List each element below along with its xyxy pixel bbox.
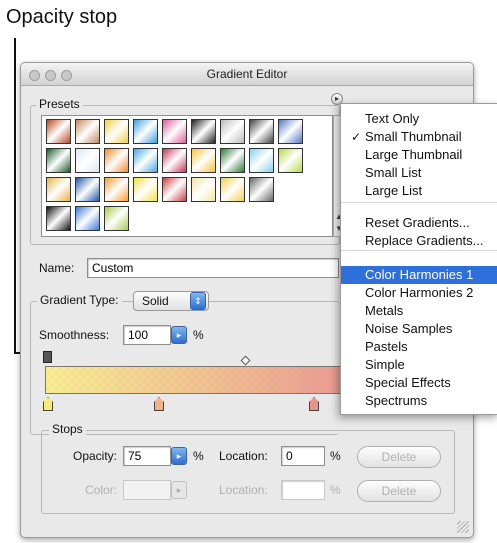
gradient-type-label: Gradient Type: [37, 293, 122, 307]
smoothness-unit: % [193, 328, 204, 342]
close-window-button[interactable] [29, 70, 40, 81]
stops-legend: Stops [49, 422, 86, 436]
gradient-type-select[interactable]: Solid ⇕ [133, 291, 209, 311]
minimize-window-button[interactable] [45, 70, 56, 81]
menu-separator [341, 202, 497, 203]
preset-swatch[interactable] [278, 119, 303, 144]
gradient-type-value: Solid [142, 294, 169, 308]
color-well[interactable] [123, 480, 171, 500]
location-label: Location: [219, 449, 268, 463]
preset-swatch[interactable] [75, 148, 100, 173]
select-arrows-icon: ⇕ [190, 292, 206, 310]
preset-swatch[interactable] [46, 177, 71, 202]
preset-swatch[interactable] [278, 148, 303, 173]
menu-item-pastels[interactable]: Pastels [341, 338, 497, 356]
location-field[interactable]: 0 [281, 446, 325, 466]
opacity-label: Opacity: [73, 449, 118, 463]
name-label: Name: [39, 261, 75, 275]
preset-swatch[interactable] [249, 177, 274, 202]
preset-swatch[interactable] [220, 119, 245, 144]
preset-swatch[interactable] [191, 119, 216, 144]
title-bar: Gradient Editor [21, 63, 473, 86]
preset-swatch[interactable] [162, 148, 187, 173]
preset-swatch[interactable] [46, 148, 71, 173]
opacity-unit: % [193, 449, 204, 463]
menu-item-metals[interactable]: Metals [341, 302, 497, 320]
opacity-stop-callout: Opacity stop [6, 6, 118, 28]
menu-item-color-harmonies-2[interactable]: Color Harmonies 2 [341, 284, 497, 302]
opacity-delete-button[interactable]: Delete [357, 446, 441, 468]
preset-swatch[interactable] [133, 119, 158, 144]
opacity-stop-selected[interactable] [43, 351, 52, 363]
resize-grip-icon[interactable] [457, 521, 469, 533]
color-location-field[interactable] [281, 480, 325, 500]
preset-swatch[interactable] [249, 119, 274, 144]
preset-swatch[interactable] [133, 177, 158, 202]
color-delete-button[interactable]: Delete [357, 480, 441, 502]
zoom-window-button[interactable] [61, 70, 72, 81]
preset-swatch[interactable] [249, 148, 274, 173]
smoothness-field[interactable]: 100 [123, 325, 171, 345]
menu-separator [341, 250, 497, 251]
preset-swatch[interactable] [191, 148, 216, 173]
preset-swatch[interactable] [162, 119, 187, 144]
presets-flyout-menu: Text Only Small Thumbnail ✓ Large Thumbnail… [340, 103, 497, 415]
presets-swatch-grid [41, 115, 333, 237]
preset-swatch[interactable] [133, 148, 158, 173]
menu-item-large-list[interactable]: Large List [341, 182, 497, 200]
name-field[interactable]: Custom [87, 258, 339, 278]
preset-swatch[interactable] [46, 119, 71, 144]
preset-swatch[interactable] [104, 206, 129, 231]
preset-swatch[interactable] [220, 177, 245, 202]
opacity-arrow-icon[interactable]: ▸ [171, 447, 187, 465]
gradient-bar[interactable] [45, 366, 345, 394]
menu-item-small-thumbnail[interactable]: Small Thumbnail [341, 128, 497, 146]
menu-item-special-effects[interactable]: Special Effects [341, 374, 497, 392]
menu-item-spectrums[interactable]: Spectrums [341, 392, 497, 410]
menu-item-replace-gradients[interactable]: Replace Gradients... [341, 232, 497, 250]
menu-item-reset-gradients[interactable]: Reset Gradients... [341, 214, 497, 232]
preset-swatch[interactable] [162, 177, 187, 202]
window-controls [29, 68, 77, 86]
smoothness-label: Smoothness: [39, 328, 110, 342]
preset-swatch[interactable] [75, 206, 100, 231]
smoothness-arrow-icon[interactable]: ▸ [171, 326, 187, 344]
preset-swatch[interactable] [104, 148, 129, 173]
preset-swatch[interactable] [75, 177, 100, 202]
color-label: Color: [85, 483, 118, 497]
color-arrow-icon[interactable]: ▸ [171, 481, 187, 499]
preset-swatch[interactable] [75, 119, 100, 144]
preset-swatch[interactable] [46, 206, 71, 231]
menu-item-text-only[interactable]: Text Only [341, 110, 497, 128]
menu-item-small-list[interactable]: Small List [341, 164, 497, 182]
preset-swatch[interactable] [220, 148, 245, 173]
menu-item-noise-samples[interactable]: Noise Samples [341, 320, 497, 338]
preset-swatch[interactable] [191, 177, 216, 202]
presets-legend: Presets [36, 97, 83, 111]
checkmark-icon: ✓ [351, 130, 362, 144]
menu-item-large-thumbnail[interactable]: Large Thumbnail [341, 146, 497, 164]
menu-item-color-harmonies-1[interactable]: Color Harmonies 1 [341, 266, 497, 284]
window-title: Gradient Editor [206, 67, 288, 81]
callout-line-vertical [14, 38, 16, 353]
location-unit: % [330, 449, 341, 463]
color-location-label: Location: [219, 483, 268, 497]
menu-item-simple[interactable]: Simple [341, 356, 497, 374]
preset-swatch[interactable] [104, 177, 129, 202]
color-location-unit: % [330, 483, 341, 497]
preset-swatch[interactable] [104, 119, 129, 144]
opacity-field[interactable]: 75 [123, 446, 171, 466]
